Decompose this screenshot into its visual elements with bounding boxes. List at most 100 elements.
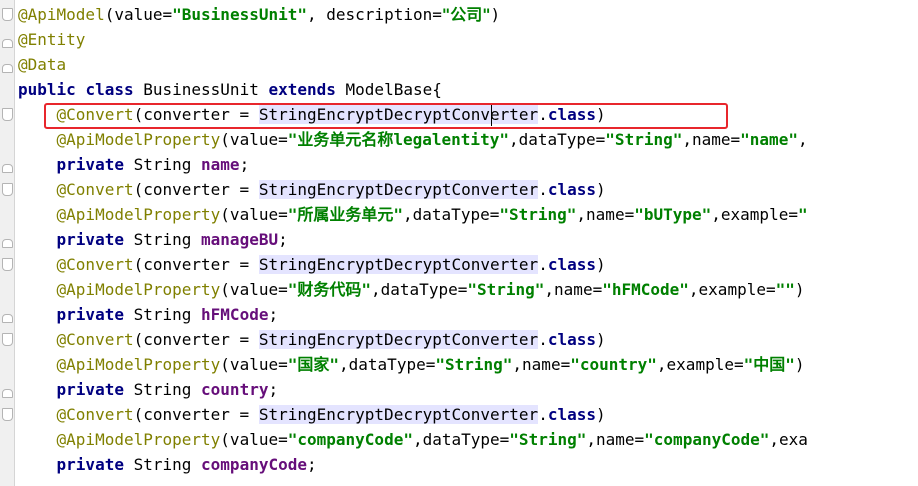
code-token: @ApiModel xyxy=(18,5,105,24)
code-token: @Data xyxy=(18,55,67,74)
fold-marker-icon[interactable] xyxy=(2,183,13,196)
code-token: ,example= xyxy=(688,280,776,299)
code-line[interactable]: @Data xyxy=(18,52,66,77)
code-token: ,name= xyxy=(586,430,645,449)
code-token: ) xyxy=(596,180,606,199)
code-token: ; xyxy=(268,380,279,399)
fold-end-marker-icon[interactable] xyxy=(2,64,13,73)
code-token: , xyxy=(797,130,808,149)
code-token: "String" xyxy=(435,355,513,374)
code-line[interactable]: @Convert(converter = StringEncryptDecryp… xyxy=(18,252,606,277)
fold-end-marker-icon[interactable] xyxy=(2,164,13,173)
fold-marker-icon[interactable] xyxy=(2,8,13,21)
code-token: ,dataType= xyxy=(403,205,500,224)
code-token: "companyCode" xyxy=(644,430,770,449)
code-token: String xyxy=(133,155,202,174)
code-token: StringEncryptDecryptConverter xyxy=(258,255,539,274)
code-token: ,example= xyxy=(711,205,798,224)
code-token: ) xyxy=(794,280,805,299)
code-token: . xyxy=(538,405,548,424)
code-token: "所属业务单元" xyxy=(287,205,404,224)
code-token: String xyxy=(133,230,202,249)
code-token: "String" xyxy=(605,130,683,149)
code-token: BusinessUnit xyxy=(143,80,269,99)
fold-end-marker-icon[interactable] xyxy=(2,314,13,323)
code-token: hFMCode xyxy=(201,305,269,324)
code-line[interactable]: private String companyCode; xyxy=(18,452,317,477)
code-token: String xyxy=(133,380,202,399)
code-token: ,dataType= xyxy=(508,130,606,149)
code-line[interactable]: @Convert(converter = StringEncryptDecryp… xyxy=(18,402,606,427)
code-token: ,dataType= xyxy=(371,280,468,299)
code-line[interactable]: @ApiModelProperty(value="财务代码",dataType=… xyxy=(18,277,805,302)
code-line[interactable]: public class BusinessUnit extends ModelB… xyxy=(18,77,442,102)
code-token: ; xyxy=(239,155,250,174)
code-token: "String" xyxy=(499,205,577,224)
code-token: "" xyxy=(775,280,795,299)
code-token: ,dataType= xyxy=(412,430,510,449)
code-token: ,name= xyxy=(544,280,603,299)
code-token: @ApiModelProperty xyxy=(56,130,221,149)
fold-end-marker-icon[interactable] xyxy=(2,39,13,48)
code-token: ,dataType= xyxy=(339,355,436,374)
fold-marker-icon[interactable] xyxy=(2,108,13,121)
code-token: @Convert xyxy=(56,255,134,274)
fold-marker-icon[interactable] xyxy=(2,333,13,346)
code-line[interactable]: @ApiModelProperty(value="业务单元名称legalenti… xyxy=(18,127,808,152)
code-line[interactable]: private String manageBU; xyxy=(18,227,288,252)
code-token: "bUType" xyxy=(634,205,712,224)
fold-end-marker-icon[interactable] xyxy=(2,389,13,398)
code-line[interactable]: private String hFMCode; xyxy=(18,302,279,327)
code-token: ; xyxy=(307,455,317,474)
code-token: class xyxy=(547,330,596,349)
code-token: private xyxy=(56,230,134,249)
code-token: (value= xyxy=(220,205,288,224)
fold-marker-icon[interactable] xyxy=(2,408,13,421)
code-token: "国家" xyxy=(287,355,340,374)
fold-marker-icon[interactable] xyxy=(2,258,13,271)
code-token: class xyxy=(547,255,596,274)
code-token: ,exa xyxy=(769,430,808,449)
code-line[interactable]: @ApiModel(value="BusinessUnit", descript… xyxy=(18,2,500,27)
code-token: StringEncryptDecryptConverter xyxy=(258,330,539,349)
code-token: " xyxy=(797,205,808,224)
code-token: "companyCode" xyxy=(287,430,413,449)
code-token: "hFMCode" xyxy=(602,280,689,299)
highlight-callout-box xyxy=(44,103,728,129)
code-line[interactable]: @Convert(converter = StringEncryptDecryp… xyxy=(18,327,606,352)
code-token: ,name= xyxy=(576,205,635,224)
code-token: ; xyxy=(278,230,288,249)
code-line[interactable]: @Entity xyxy=(18,27,85,52)
code-token: private xyxy=(56,380,134,399)
code-token: manageBU xyxy=(201,230,279,249)
fold-end-marker-icon[interactable] xyxy=(2,239,13,248)
code-token: ,name= xyxy=(682,130,741,149)
code-token: String xyxy=(133,305,202,324)
code-line[interactable]: @ApiModelProperty(value="国家",dataType="S… xyxy=(18,352,805,377)
code-token: @ApiModelProperty xyxy=(56,355,221,374)
code-token: class xyxy=(547,405,596,424)
code-token: (converter = xyxy=(133,405,259,424)
code-token: "country" xyxy=(570,355,657,374)
code-token: private xyxy=(56,155,134,174)
code-token: , description= xyxy=(307,5,442,24)
code-token: ,name= xyxy=(512,355,571,374)
code-token: companyCode xyxy=(201,455,307,474)
editor-gutter xyxy=(0,0,15,486)
code-line[interactable]: @Convert(converter = StringEncryptDecryp… xyxy=(18,177,606,202)
code-token: "财务代码" xyxy=(287,280,372,299)
code-token: @Convert xyxy=(56,180,134,199)
code-line[interactable]: private String country; xyxy=(18,377,279,402)
code-token: @ApiModelProperty xyxy=(56,280,221,299)
code-line[interactable]: @ApiModelProperty(value="companyCode",da… xyxy=(18,427,808,452)
code-line[interactable]: private String name; xyxy=(18,152,250,177)
code-line[interactable]: @ApiModelProperty(value="所属业务单元",dataTyp… xyxy=(18,202,808,227)
